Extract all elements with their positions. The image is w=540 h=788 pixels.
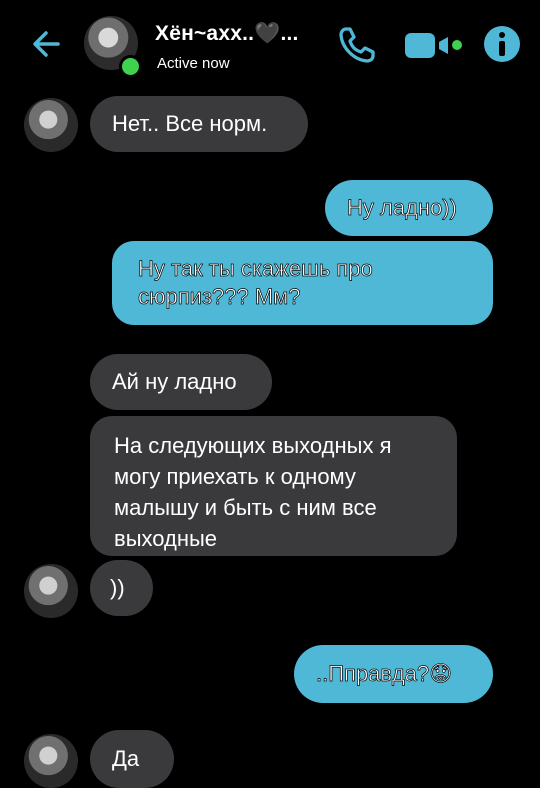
message-bubble[interactable]: Нет.. Все норм.	[90, 96, 308, 152]
contact-name[interactable]: Хён~ахх..🖤...	[155, 22, 299, 46]
sender-avatar[interactable]	[24, 734, 78, 788]
online-indicator	[119, 55, 142, 78]
message-bubble[interactable]: Ну ладно))	[325, 180, 493, 236]
back-arrow-icon[interactable]	[28, 24, 68, 64]
info-icon[interactable]	[482, 24, 522, 64]
sender-avatar[interactable]	[24, 98, 78, 152]
message-bubble[interactable]: ..Пправда?😟	[294, 645, 493, 703]
message-bubble[interactable]: На следующих выходных я могу приехать к …	[90, 416, 457, 556]
sender-avatar[interactable]	[24, 564, 78, 618]
message-bubble[interactable]: Да	[90, 730, 174, 788]
message-bubble[interactable]: Ай ну ладно	[90, 354, 272, 410]
phone-icon[interactable]	[336, 24, 378, 66]
video-camera-icon[interactable]	[402, 28, 464, 62]
message-bubble[interactable]: Ну так ты скажешь про сюрпиз??? Мм?	[112, 241, 493, 325]
chat-header: Хён~ахх..🖤... Active now	[0, 0, 540, 90]
message-bubble[interactable]: ))	[90, 560, 153, 616]
active-status: Active now	[157, 55, 230, 72]
